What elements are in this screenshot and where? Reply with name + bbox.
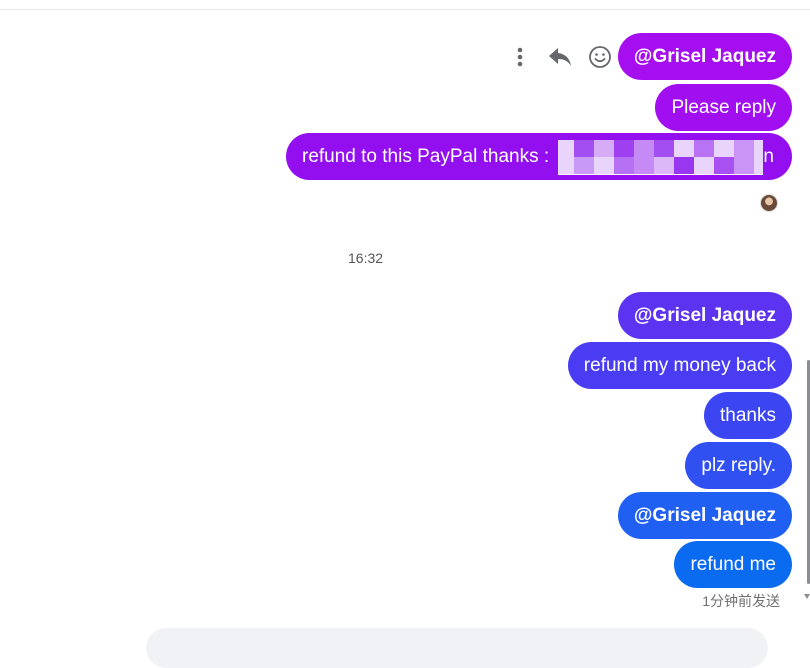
message-bubble[interactable]: @Grisel Jaquez (617, 33, 792, 80)
message-bubble[interactable]: refund to this PayPal thanks : n (286, 133, 792, 180)
more-vertical-icon (517, 47, 523, 66)
more-options-button[interactable] (505, 42, 535, 72)
top-divider (0, 0, 810, 10)
seen-avatar (760, 194, 778, 212)
react-button[interactable] (585, 42, 615, 72)
message-text: refund my money back (583, 355, 776, 376)
message-actions (505, 33, 615, 80)
message-text: thanks (720, 405, 776, 426)
message-text: plz reply. (701, 455, 776, 476)
sent-status: 1分钟前发送 (702, 593, 780, 609)
message-bubble[interactable]: refund my money back (567, 342, 792, 389)
reply-icon (549, 47, 571, 66)
timestamp: 16:32 (348, 250, 384, 266)
message-text: refund to this PayPal thanks : (302, 146, 555, 167)
message-bubble[interactable]: refund me (674, 541, 792, 588)
message-text: @Grisel Jaquez (633, 46, 776, 67)
message-bubble[interactable]: @Grisel Jaquez (617, 292, 792, 339)
message-text: Please reply (671, 97, 776, 118)
message-bubble[interactable]: plz reply. (685, 442, 792, 489)
redacted-email (558, 138, 764, 176)
scroll-down-arrow-icon[interactable] (804, 594, 810, 599)
message-text: refund me (690, 554, 776, 575)
message-bubble[interactable]: @Grisel Jaquez (617, 492, 792, 539)
message-bubble[interactable]: Please reply (655, 84, 792, 131)
message-text: @Grisel Jaquez (633, 305, 776, 326)
smiley-icon (589, 45, 611, 68)
reply-button[interactable] (545, 42, 575, 72)
message-composer[interactable] (146, 628, 768, 668)
message-text-suffix: n (763, 146, 774, 167)
message-text: @Grisel Jaquez (633, 505, 776, 526)
message-bubble[interactable]: thanks (704, 392, 792, 439)
